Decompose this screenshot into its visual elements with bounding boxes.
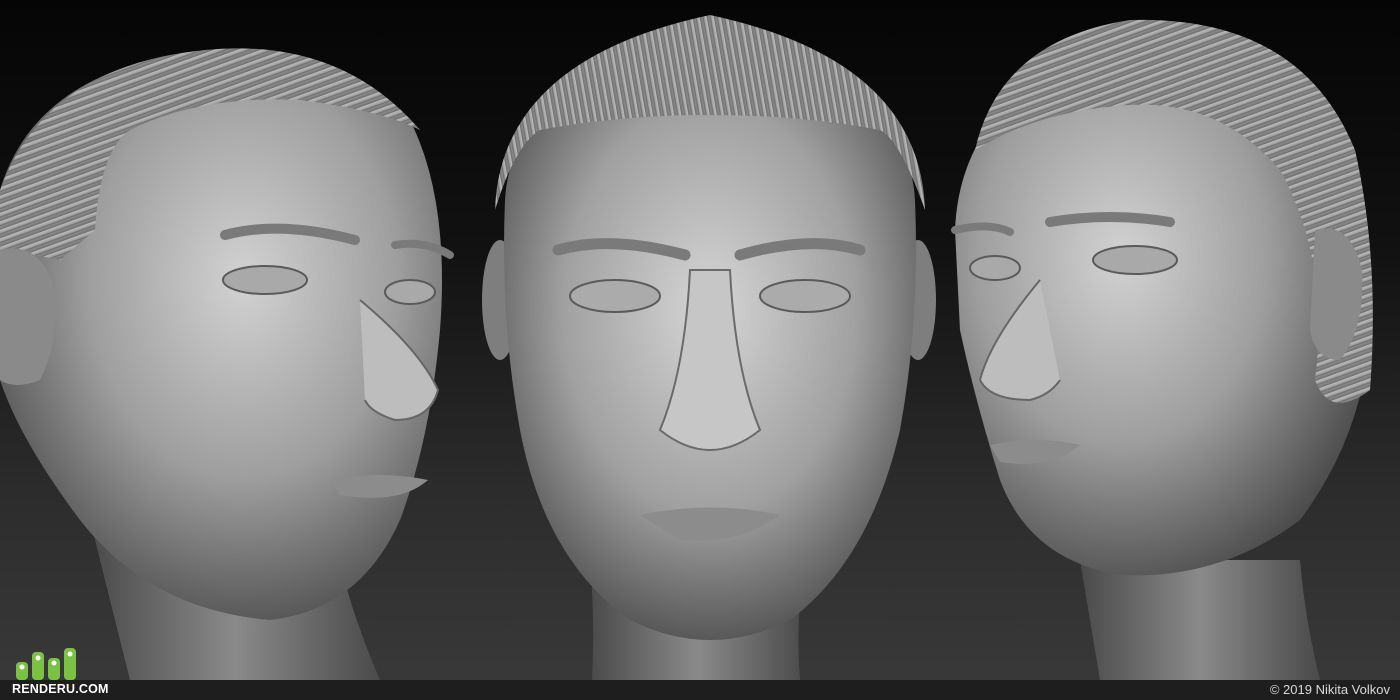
- renderu-logo: RENDERU.COM: [12, 644, 112, 700]
- copyright-notice: © 2019 Nikita Volkov: [1269, 682, 1390, 697]
- logo-creatures-icon: [16, 648, 76, 680]
- head-left-view: [0, 48, 454, 680]
- sculpt-render: [0, 15, 1373, 680]
- bottom-bar: [0, 680, 1400, 700]
- logo-text: RENDERU.COM: [12, 682, 109, 696]
- head-right-view: [951, 19, 1373, 680]
- head-front-view: [482, 15, 936, 680]
